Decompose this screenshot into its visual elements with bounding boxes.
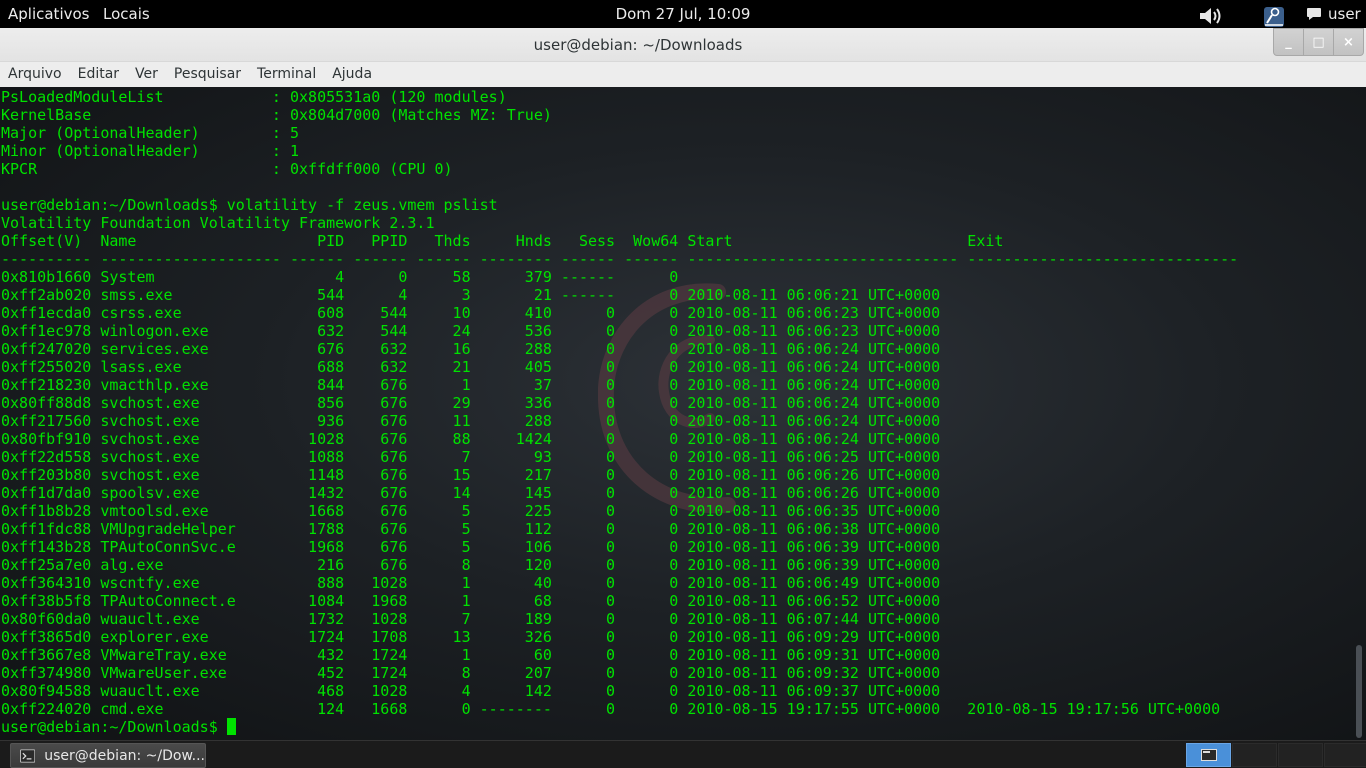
pslist-row: 0x80f94588 wuauclt.exe 468 1028 4 142 0 … [1,682,941,700]
terminal-line: Major (OptionalHeader) : 5 [1,124,300,142]
taskbar-terminal-label: user@debian: ~/Dow... [44,747,205,764]
window-title: user@debian: ~/Downloads [533,36,743,54]
terminal-line: KPCR : 0xffdff000 (CPU 0) [1,160,453,178]
workspace-2[interactable] [1232,743,1277,767]
menu-bar: Arquivo Editar Ver Pesquisar Terminal Aj… [0,62,1366,87]
terminal-line: KernelBase : 0x804d7000 (Matches MZ: Tru… [1,106,552,124]
pslist-row: 0x80fbf910 svchost.exe 1028 676 88 1424 … [1,430,941,448]
pslist-row: 0xff3667e8 VMwareTray.exe 432 1724 1 60 … [1,646,941,664]
workspace-switcher [1186,743,1366,767]
pslist-row: 0xff255020 lsass.exe 688 632 21 405 0 0 … [1,358,941,376]
pslist-row: 0x80ff88d8 svchost.exe 856 676 29 336 0 … [1,394,941,412]
workspace-4[interactable] [1324,743,1366,767]
terminal-line: Minor (OptionalHeader) : 1 [1,142,300,160]
workspace-3[interactable] [1278,743,1323,767]
user-name: user [1328,5,1361,23]
maximize-icon: □ [1312,34,1325,50]
menu-ajuda[interactable]: Ajuda [324,62,380,87]
pslist-row: 0x810b1660 System 4 0 58 379 ------ 0 [1,268,679,286]
pslist-row: 0xff38b5f8 TPAutoConnect.e 1084 1968 1 6… [1,592,941,610]
terminal-prompt: user@debian:~/Downloads$ [1,718,227,736]
places-menu[interactable]: Locais [103,5,150,23]
minimize-button[interactable]: _ [1273,28,1304,56]
menu-arquivo[interactable]: Arquivo [0,62,70,87]
terminal-icon [20,748,36,763]
workspace-1[interactable] [1186,743,1231,767]
terminal-line: Volatility Foundation Volatility Framewo… [1,214,435,232]
pslist-separator: ---------- -------------------- ------ -… [1,250,1239,268]
menu-editar[interactable]: Editar [70,62,127,87]
pslist-row: 0xff2ab020 smss.exe 544 4 3 21 ------ 0 … [1,286,941,304]
pslist-row: 0xff247020 services.exe 676 632 16 288 0… [1,340,941,358]
pslist-row: 0xff364310 wscntfy.exe 888 1028 1 40 0 0… [1,574,941,592]
pslist-row: 0xff3865d0 explorer.exe 1724 1708 13 326… [1,628,941,646]
pslist-row: 0xff143b28 TPAutoConnSvc.e 1968 676 5 10… [1,538,941,556]
window-thumbnail-icon [1200,749,1217,761]
pslist-header: Offset(V) Name PID PPID Thds Hnds Sess W… [1,232,1004,250]
pslist-row: 0xff1b8b28 vmtoolsd.exe 1668 676 5 225 0… [1,502,941,520]
close-button[interactable]: × [1333,28,1364,56]
bottom-panel: user@debian: ~/Dow... [0,740,1366,768]
pslist-row: 0xff1fdc88 VMUpgradeHelper 1788 676 5 11… [1,520,941,538]
taskbar-terminal-button[interactable]: user@debian: ~/Dow... [10,743,206,768]
terminal-prompt-line[interactable]: user@debian:~/Downloads$ [1,718,1238,736]
window-titlebar[interactable]: user@debian: ~/Downloads [0,28,1366,62]
terminal-line: PsLoadedModuleList : 0x805531a0 (120 mod… [1,88,507,106]
menu-ver[interactable]: Ver [127,62,166,87]
pslist-row: 0xff1ecda0 csrss.exe 608 544 10 410 0 0 … [1,304,941,322]
applications-menu[interactable]: Aplicativos [8,5,89,23]
maximize-button[interactable]: □ [1303,28,1334,56]
pslist-row: 0xff203b80 svchost.exe 1148 676 15 217 0… [1,466,941,484]
pslist-row: 0xff22d558 svchost.exe 1088 676 7 93 0 0… [1,448,941,466]
user-menu[interactable]: user [1306,5,1361,23]
pslist-row: 0xff218230 vmacthlp.exe 844 676 1 37 0 0… [1,376,941,394]
terminal-view[interactable]: PsLoadedModuleList : 0x805531a0 (120 mod… [0,87,1366,740]
pslist-row: 0xff1ec978 winlogon.exe 632 544 24 536 0… [1,322,941,340]
menu-pesquisar[interactable]: Pesquisar [166,62,249,87]
minimize-icon: _ [1285,34,1292,50]
menu-terminal[interactable]: Terminal [249,62,324,87]
accessibility-icon[interactable] [1262,5,1286,29]
pslist-row: 0xff1d7da0 spoolsv.exe 1432 676 14 145 0… [1,484,941,502]
clock[interactable]: Dom 27 Jul, 10:09 [616,5,751,23]
text-cursor [226,718,236,735]
chat-icon [1307,8,1321,20]
scrollbar[interactable] [1354,87,1366,740]
close-icon: × [1343,34,1354,50]
pslist-row: 0xff25a7e0 alg.exe 216 676 8 120 0 0 201… [1,556,941,574]
terminal-output: PsLoadedModuleList : 0x805531a0 (120 mod… [1,88,1238,736]
pslist-row: 0xff224020 cmd.exe 124 1668 0 -------- 0… [1,700,1221,718]
pslist-row: 0x80f60da0 wuauclt.exe 1732 1028 7 189 0… [1,610,941,628]
top-panel: Aplicativos Locais Dom 27 Jul, 10:09 use… [0,0,1366,28]
pslist-row: 0xff374980 VMwareUser.exe 452 1724 8 207… [1,664,941,682]
volume-icon[interactable] [1198,5,1224,27]
pslist-row: 0xff217560 svchost.exe 936 676 11 288 0 … [1,412,941,430]
scrollbar-thumb[interactable] [1356,645,1362,738]
window-controls: _ □ × [1273,28,1364,56]
terminal-command-line: user@debian:~/Downloads$ volatility -f z… [1,196,498,214]
clock-container: Dom 27 Jul, 10:09 [0,5,1366,23]
